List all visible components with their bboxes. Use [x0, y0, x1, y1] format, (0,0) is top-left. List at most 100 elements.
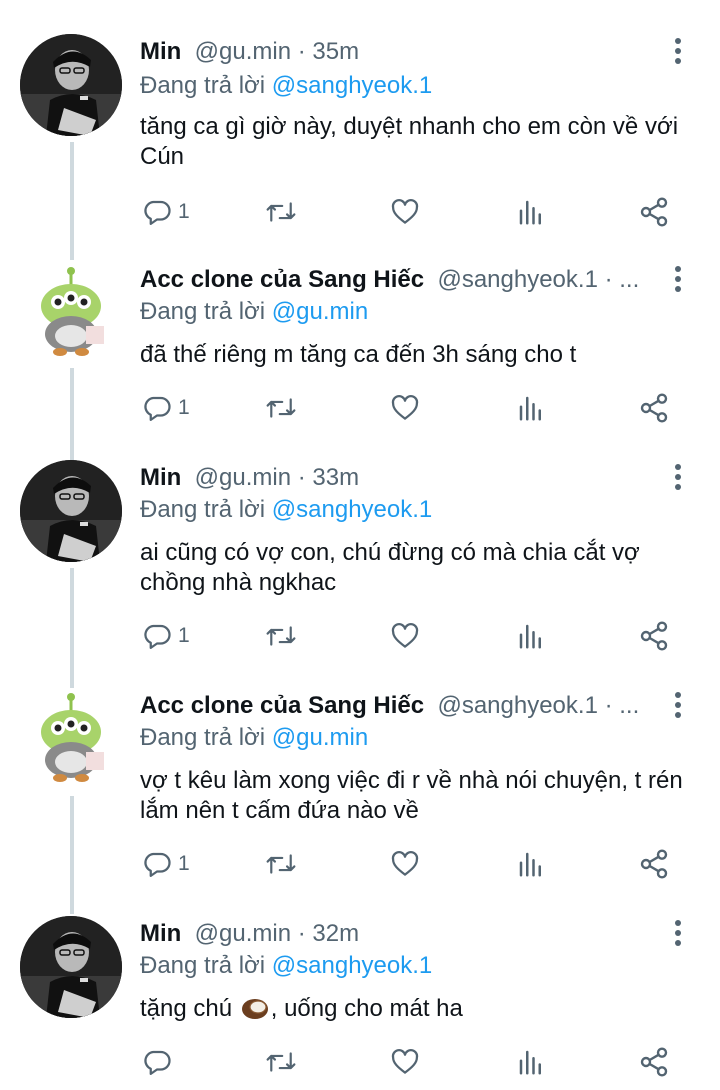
analytics-icon — [519, 624, 541, 649]
more-vertical-icon[interactable] — [672, 36, 684, 66]
avatar[interactable] — [20, 916, 122, 1018]
like-button[interactable] — [390, 844, 420, 884]
more-vertical-icon[interactable] — [672, 462, 684, 492]
retweet-button[interactable] — [264, 192, 298, 232]
timestamp[interactable]: 33m — [312, 464, 359, 491]
retweet-icon — [266, 1052, 296, 1072]
display-name[interactable]: Min — [140, 464, 181, 491]
reply-button[interactable]: 1 — [142, 844, 190, 884]
share-icon — [640, 393, 668, 423]
username[interactable]: @sanghyeok.1 — [437, 692, 597, 719]
display-name[interactable]: Acc clone của Sang Hiếc — [140, 266, 424, 293]
heart-icon — [391, 395, 419, 420]
mention-link[interactable]: @gu.min — [272, 724, 368, 751]
views-button[interactable] — [516, 192, 546, 232]
retweet-icon — [266, 626, 296, 646]
tweet-text: tăng ca gì giờ này, duyệt nhanh cho em c… — [140, 113, 679, 170]
retweet-button[interactable] — [264, 1042, 298, 1082]
tweet-text: tặng chú , uống cho mát ha — [140, 994, 700, 1024]
share-icon — [640, 849, 668, 879]
mention-link[interactable]: @gu.min — [272, 298, 368, 325]
replying-to: Đang trả lời @sanghyeok.1 — [140, 494, 432, 526]
tweet-text: ai cũng có vợ con, chú đừng có mà chia c… — [140, 539, 640, 596]
like-button[interactable] — [390, 192, 420, 232]
action-bar: 1 — [140, 616, 680, 656]
share-button[interactable] — [638, 192, 670, 232]
reply-count: 1 — [178, 624, 190, 647]
thread-line — [70, 142, 74, 260]
like-button[interactable] — [390, 1042, 420, 1082]
retweet-icon — [266, 398, 296, 418]
tweet-header: Min @gu.min · 32m — [140, 916, 660, 952]
heart-icon — [391, 199, 419, 224]
like-button[interactable] — [390, 388, 420, 428]
display-name[interactable]: Acc clone của Sang Hiếc — [140, 692, 424, 719]
avatar[interactable] — [20, 460, 122, 562]
thread-line — [70, 568, 74, 688]
timestamp[interactable]: 32m — [312, 920, 359, 947]
mention-link[interactable]: @sanghyeok.1 — [272, 72, 432, 99]
analytics-icon — [519, 200, 541, 225]
reply-icon — [144, 396, 171, 421]
reply-count: 1 — [178, 852, 190, 875]
heart-icon — [391, 1049, 419, 1074]
tweet-header: Acc clone của Sang Hiếc @sanghyeok.1 · .… — [140, 688, 660, 724]
reply-icon — [144, 1050, 171, 1075]
username[interactable]: @gu.min — [195, 38, 291, 65]
reply-button[interactable]: 1 — [142, 388, 190, 428]
replying-prefix: Đang trả lời — [140, 724, 272, 751]
replying-prefix: Đang trả lời — [140, 952, 272, 979]
reply-button[interactable] — [142, 1042, 178, 1082]
avatar[interactable] — [20, 262, 122, 364]
display-name[interactable]: Min — [140, 38, 181, 65]
thread-line — [70, 796, 74, 914]
username[interactable]: @sanghyeok.1 — [437, 266, 597, 293]
timestamp-truncated: ... — [619, 692, 640, 719]
more-vertical-icon[interactable] — [672, 264, 684, 294]
thread-line — [70, 368, 74, 460]
share-button[interactable] — [638, 616, 670, 656]
reply-icon — [144, 624, 171, 649]
separator: · — [291, 38, 313, 65]
action-bar — [140, 1042, 680, 1082]
replying-prefix: Đang trả lời — [140, 298, 272, 325]
avatar[interactable] — [20, 34, 122, 136]
reply-button[interactable]: 1 — [142, 616, 190, 656]
replying-to: Đang trả lời @sanghyeok.1 — [140, 950, 432, 982]
retweet-button[interactable] — [264, 616, 298, 656]
reply-count: 1 — [178, 200, 190, 223]
timestamp-truncated: ... — [619, 266, 640, 293]
reply-button[interactable]: 1 — [142, 192, 190, 232]
username[interactable]: @gu.min — [195, 920, 291, 947]
heart-icon — [391, 623, 419, 648]
like-button[interactable] — [390, 616, 420, 656]
mention-link[interactable]: @sanghyeok.1 — [272, 496, 432, 523]
retweet-button[interactable] — [264, 388, 298, 428]
views-button[interactable] — [516, 388, 546, 428]
display-name[interactable]: Min — [140, 920, 181, 947]
more-vertical-icon[interactable] — [672, 690, 684, 720]
tweet-text: vợ t kêu làm xong việc đi r về nhà nói c… — [140, 767, 683, 824]
action-bar: 1 — [140, 192, 680, 232]
timestamp[interactable]: 35m — [312, 38, 359, 65]
analytics-icon — [519, 852, 541, 877]
avatar[interactable] — [20, 688, 122, 790]
share-button[interactable] — [638, 1042, 670, 1082]
action-bar: 1 — [140, 388, 680, 428]
share-button[interactable] — [638, 388, 670, 428]
more-vertical-icon[interactable] — [672, 918, 684, 948]
retweet-button[interactable] — [264, 844, 298, 884]
share-button[interactable] — [638, 844, 670, 884]
mention-link[interactable]: @sanghyeok.1 — [272, 952, 432, 979]
replying-to: Đang trả lời @sanghyeok.1 — [140, 70, 432, 102]
separator: · — [291, 920, 313, 947]
views-button[interactable] — [516, 616, 546, 656]
views-button[interactable] — [516, 1042, 546, 1082]
separator: · — [597, 266, 620, 293]
action-bar: 1 — [140, 844, 680, 884]
tweet-header: Min @gu.min · 33m — [140, 460, 660, 496]
reply-count: 1 — [178, 396, 190, 419]
views-button[interactable] — [516, 844, 546, 884]
tweet-text: đã thế riêng m tăng ca đến 3h sáng cho t — [140, 341, 577, 368]
username[interactable]: @gu.min — [195, 464, 291, 491]
